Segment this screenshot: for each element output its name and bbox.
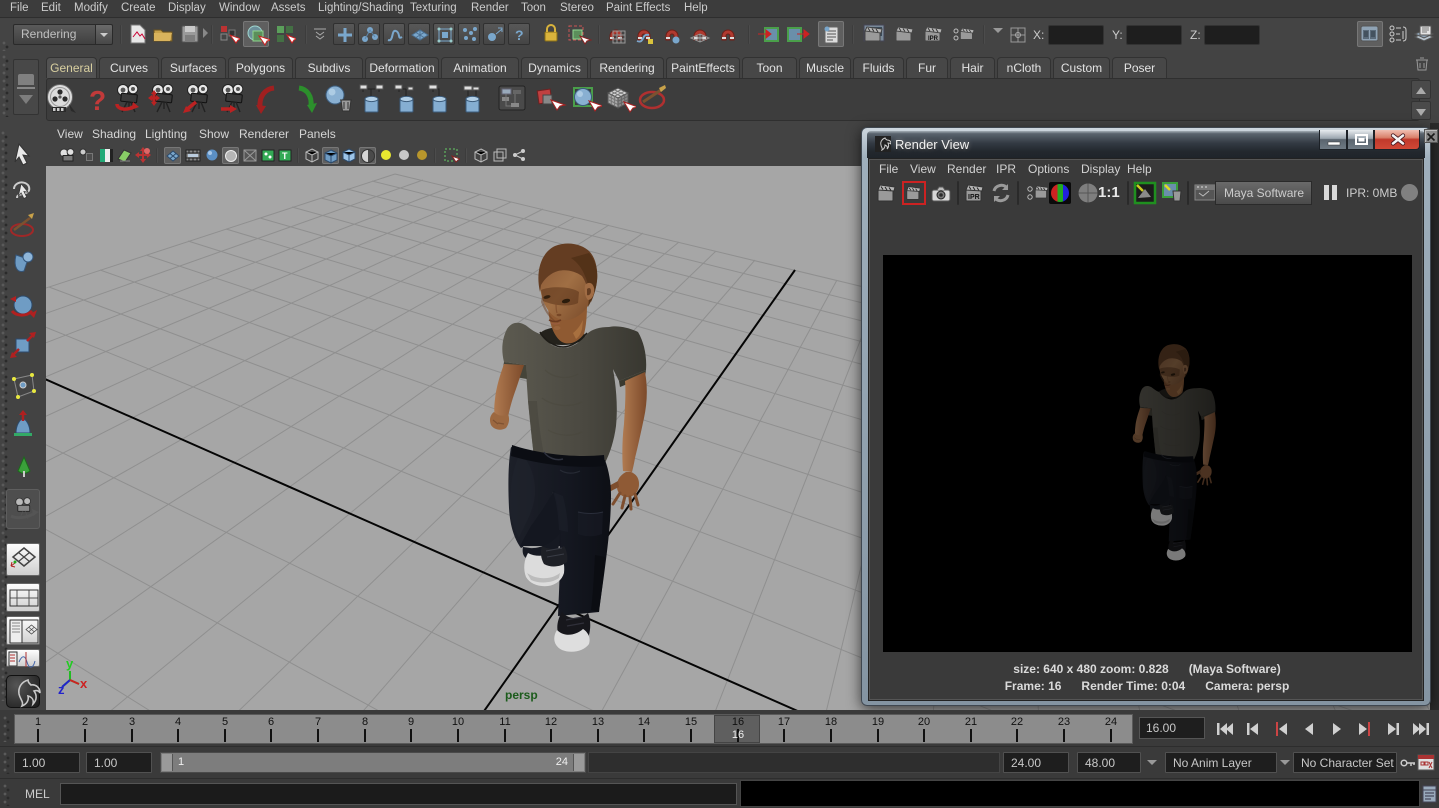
svg-text:IPR: IPR <box>928 36 939 42</box>
svg-text:y: y <box>66 656 74 671</box>
svg-text:?: ? <box>515 27 524 43</box>
svg-text:x: x <box>80 676 88 691</box>
svg-text:T: T <box>282 151 288 161</box>
svg-text:?: ? <box>89 85 106 116</box>
svg-text:IPR: IPR <box>968 194 980 201</box>
